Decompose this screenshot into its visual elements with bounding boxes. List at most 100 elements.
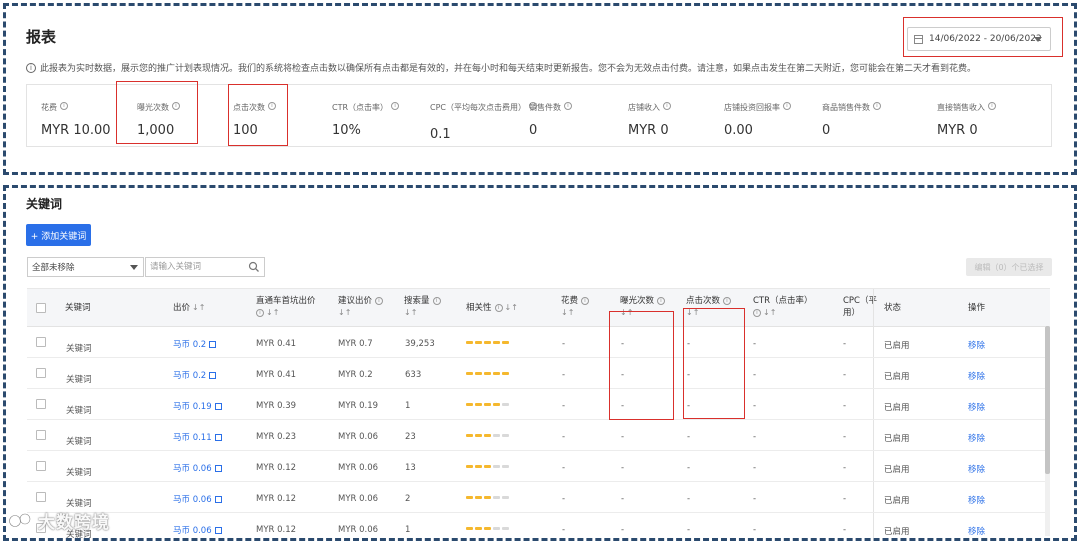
relevance-segment [484,496,491,499]
relevance-segment [502,372,509,375]
keyword-filter-select[interactable]: 全部未移除 [27,257,144,277]
col-cpc-label: CPC（平 [843,296,877,306]
keyword-cell: 关键词 [66,344,92,354]
relevance-segment [493,403,500,406]
spend-cell: - [562,370,566,380]
metric-8: 商品销售件数 i 0 [822,95,881,138]
search-icon[interactable] [248,261,260,273]
spend-cell: - [562,401,566,411]
edit-icon[interactable] [214,403,222,410]
edit-selected-button[interactable]: 编辑（0）个已选择 [966,258,1052,276]
metric-label-wrap: 店铺收入 i [628,95,671,114]
metric-value: MYR 0 [937,123,978,138]
col-ctr[interactable]: CTR（点击率） i ↓↑ [753,295,813,319]
col-search-vol-label: 搜索量 [404,296,430,306]
col-cpc[interactable]: CPC（平 用） [843,295,877,319]
bid-link[interactable]: 马币 0.2 [173,369,217,381]
metric-9: 直接销售收入 i MYR 0 [937,95,996,138]
col-relevance-label: 相关性 [466,303,492,313]
col-top-bid-label: 直通车首坑出价 [256,296,316,306]
remove-link[interactable]: 移除 [968,463,985,475]
ctr-cell: - [753,463,757,473]
col-ctr-label: CTR（点击率） [753,296,813,306]
status-cell: 已启用 [884,341,910,351]
edit-icon[interactable] [214,527,222,534]
row-checkbox[interactable] [36,368,46,378]
relevance-segment [493,372,500,375]
relevance-segment [502,341,509,344]
bid-link[interactable]: 马币 0.2 [173,338,217,350]
bid-link[interactable]: 马币 0.06 [173,524,222,536]
search-volume-cell: 633 [405,370,422,380]
row-checkbox[interactable] [36,337,46,347]
edit-icon[interactable] [209,341,217,348]
metric-0: 花费 i MYR 10.00 [41,95,111,138]
edit-icon[interactable] [214,465,222,472]
keyword-search-input[interactable] [146,258,246,276]
keyword-search [145,257,265,277]
remove-link[interactable]: 移除 [968,494,985,506]
col-bid[interactable]: 出价 ↓↑ [173,302,205,314]
edit-icon[interactable] [214,496,222,503]
col-search-volume[interactable]: 搜索量 i ↓↑ [404,295,441,319]
suggested-bid-cell: MYR 0.19 [338,401,379,411]
remove-link[interactable]: 移除 [968,401,985,413]
col-top-bid[interactable]: 直通车首坑出价 i ↓↑ [256,295,328,319]
bid-link[interactable]: 马币 0.06 [173,462,222,474]
keywords-table: 关键词 出价 ↓↑ 直通车首坑出价 i ↓↑ 建议出价 i ↓↑ 搜索量 i ↓↑ 相关性 i ↓… [27,288,1050,538]
bid-link[interactable]: 马币 0.19 [173,400,222,412]
impressions-cell: - [621,463,625,473]
row-checkbox[interactable] [36,399,46,409]
relevance-segment [484,341,491,344]
sort-icon: ↓↑ [266,308,280,317]
bid-link[interactable]: 马币 0.06 [173,493,222,505]
relevance-bars [466,341,509,344]
remove-link[interactable]: 移除 [968,432,985,444]
info-icon: i [783,101,791,110]
bid-value: 马币 0.06 [173,526,212,536]
ctr-cell: - [753,432,757,442]
table-scrollbar-thumb[interactable] [1045,326,1050,474]
edit-icon[interactable] [209,372,217,379]
col-suggested-bid[interactable]: 建议出价 i ↓↑ [338,295,384,319]
cpc-cell: - [843,463,847,473]
remove-link[interactable]: 移除 [968,370,985,382]
row-checkbox[interactable] [36,430,46,440]
relevance-segment [466,434,473,437]
spend-cell: - [562,432,566,442]
ctr-cell: - [753,494,757,504]
relevance-segment [466,496,473,499]
info-icon: i [432,296,441,305]
table-header: 关键词 出价 ↓↑ 直通车首坑出价 i ↓↑ 建议出价 i ↓↑ 搜索量 i ↓↑ 相关性 i ↓… [27,289,1050,327]
top-bid-cell: MYR 0.41 [256,339,297,349]
col-action: 操作 [968,303,986,313]
info-icon: i [256,308,264,317]
row-checkbox[interactable] [36,492,46,502]
metric-label: 店铺投资回报率 [724,103,780,112]
remove-link[interactable]: 移除 [968,525,985,537]
bid-link[interactable]: 马币 0.11 [173,431,222,443]
info-icon: i [26,62,36,73]
row-checkbox[interactable] [36,461,46,471]
col-relevance[interactable]: 相关性 i ↓↑ [466,302,518,314]
metric-3: CTR（点击率） i 10% [332,95,400,138]
highlight-box-clicks-col [683,308,745,419]
metric-label: CTR（点击率） [332,103,389,112]
status-cell: 已启用 [884,465,910,475]
ctr-cell: - [753,370,757,380]
relevance-segment [475,434,482,437]
col-spend[interactable]: 花费 i ↓↑ [561,295,590,319]
edit-icon[interactable] [214,434,222,441]
report-title: 报表 [26,28,57,46]
metric-label-wrap: 商品销售件数 i [822,95,881,114]
top-bid-cell: MYR 0.41 [256,370,297,380]
relevance-segment [493,527,500,530]
status-cell: 已启用 [884,403,910,413]
relevance-bars [466,372,509,375]
highlight-box-impressions-col [609,311,674,420]
remove-link[interactable]: 移除 [968,339,985,351]
add-keyword-button[interactable]: + 添加关键词 [26,224,91,246]
relevance-segment [484,403,491,406]
table-row: 关键词 马币 0.06 MYR 0.12 MYR 0.06 2- - - - - 已启用 移除 [27,482,1050,513]
select-all-checkbox[interactable] [36,303,46,313]
